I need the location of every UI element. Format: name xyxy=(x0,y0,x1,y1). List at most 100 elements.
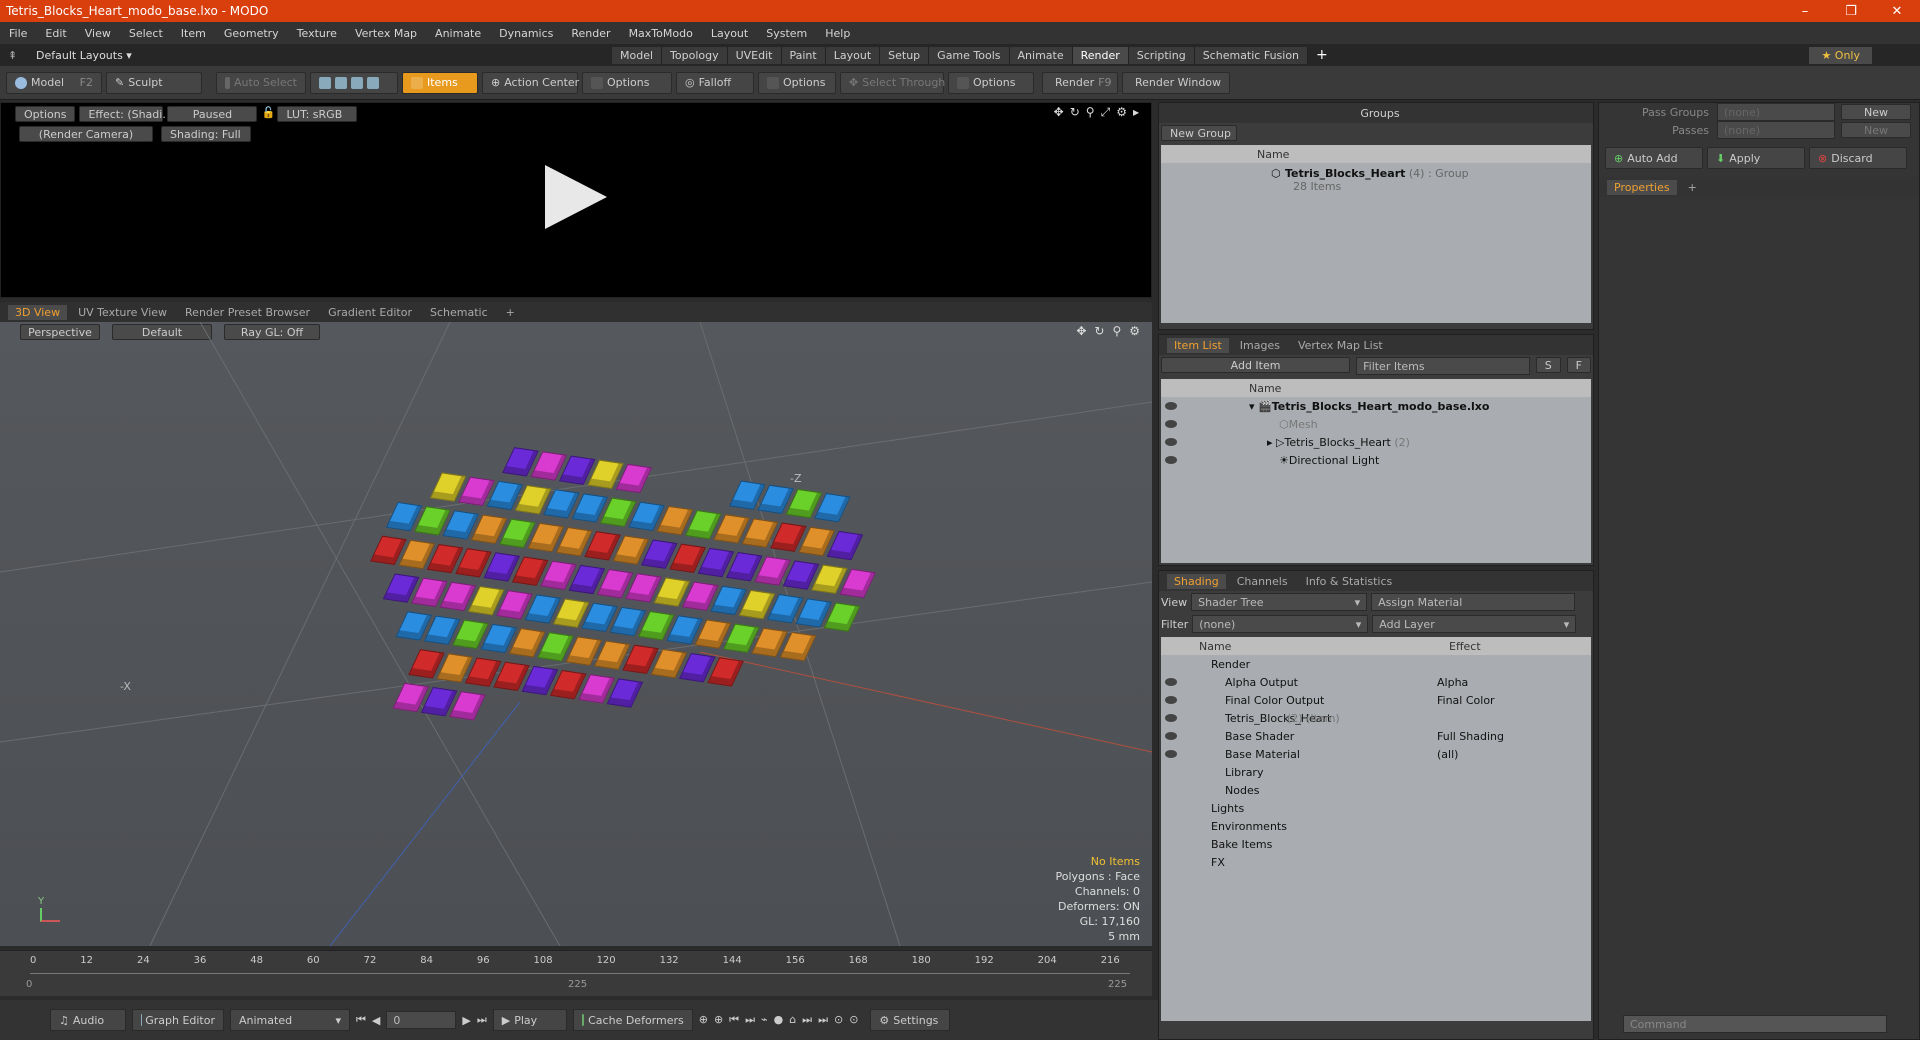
add-viewport-tab-button[interactable]: + xyxy=(499,305,522,320)
model-mode-button[interactable]: Model F2 xyxy=(6,71,102,94)
eye-icon[interactable] xyxy=(1165,678,1177,686)
new-pass-button[interactable]: New xyxy=(1841,122,1911,138)
add-layer-dropdown[interactable]: Add Layer ▾ xyxy=(1372,615,1577,633)
list-item[interactable]: ▸ ▷ Tetris_Blocks_Heart (2) xyxy=(1161,433,1591,451)
layout-arrow-icon[interactable]: ⇞ xyxy=(8,49,22,62)
list-item[interactable]: FX xyxy=(1161,853,1591,871)
tab-schematic-fusion[interactable]: Schematic Fusion xyxy=(1194,46,1309,64)
shading-dropdown[interactable]: Shading: Full xyxy=(161,126,251,142)
falloff-options-button[interactable]: Options xyxy=(758,71,836,94)
list-item[interactable]: Nodes xyxy=(1161,781,1591,799)
eye-icon[interactable] xyxy=(1165,732,1177,740)
tab-layout[interactable]: Layout xyxy=(825,46,881,64)
menu-maxtomodo[interactable]: MaxToModo xyxy=(620,27,702,40)
eye-icon[interactable] xyxy=(1165,420,1177,428)
menu-dynamics[interactable]: Dynamics xyxy=(490,27,562,40)
minimize-button[interactable]: – xyxy=(1782,4,1828,19)
eye-icon[interactable] xyxy=(1165,438,1177,446)
list-item[interactable]: Alpha Output Alpha xyxy=(1161,673,1591,691)
falloff-button[interactable]: ◎ Falloff xyxy=(676,71,754,94)
discard-button[interactable]: ⊗ Discard xyxy=(1809,147,1907,169)
list-item[interactable]: Lights xyxy=(1161,799,1591,817)
tab-uv-texture-view[interactable]: UV Texture View xyxy=(71,305,174,320)
eye-icon[interactable] xyxy=(1165,696,1177,704)
tab-topology[interactable]: Topology xyxy=(662,46,728,64)
new-pass-group-button[interactable]: New xyxy=(1841,104,1911,120)
list-item[interactable]: Final Color Output Final Color xyxy=(1161,691,1591,709)
menu-system[interactable]: System xyxy=(757,27,816,40)
menu-view[interactable]: View xyxy=(76,27,120,40)
tab-schematic[interactable]: Schematic xyxy=(423,305,495,320)
action-center-options-button[interactable]: Options xyxy=(582,71,672,94)
rotate-icon[interactable]: ↻ xyxy=(1070,105,1080,120)
move-icon[interactable]: ✥ xyxy=(1054,105,1064,120)
tab-vertex-map-list[interactable]: Vertex Map List xyxy=(1291,338,1390,353)
list-item[interactable]: Render xyxy=(1161,655,1591,673)
list-item[interactable]: ☀ Directional Light xyxy=(1161,451,1591,469)
eye-icon[interactable] xyxy=(1165,456,1177,464)
add-properties-tab-button[interactable]: + xyxy=(1681,180,1704,195)
menu-animate[interactable]: Animate xyxy=(426,27,490,40)
preview-effect-dropdown[interactable]: Effect: (Shadi... xyxy=(79,106,173,122)
render-window-button[interactable]: Render Window xyxy=(1122,71,1230,94)
tab-render-preset-browser[interactable]: Render Preset Browser xyxy=(178,305,317,320)
shader-item-effect[interactable]: Alpha xyxy=(1437,676,1591,689)
tab-render[interactable]: Render xyxy=(1072,46,1129,64)
play-icon[interactable] xyxy=(545,165,607,229)
tab-channels[interactable]: Channels xyxy=(1230,574,1295,589)
assign-material-button[interactable]: Assign Material xyxy=(1371,593,1576,611)
preview-options-button[interactable]: Options xyxy=(15,106,76,122)
new-group-button[interactable]: New Group xyxy=(1161,125,1237,141)
tab-3d-view[interactable]: 3D View xyxy=(8,304,68,320)
transport-first-icon[interactable]: ⏮ xyxy=(356,1013,366,1027)
zoom-icon[interactable]: ⚲ xyxy=(1086,105,1095,120)
selection-mode-icons[interactable] xyxy=(310,71,398,94)
transport-last-icon[interactable]: ⏭ xyxy=(477,1013,487,1027)
audio-button[interactable]: ♫ Audio xyxy=(50,1009,126,1031)
add-item-dropdown[interactable]: Add Item xyxy=(1161,357,1351,373)
transport-next-icon[interactable]: ▶ xyxy=(462,1014,470,1027)
sculpt-mode-button[interactable]: ✎ Sculpt xyxy=(106,71,202,94)
auto-select-button[interactable]: Auto Select xyxy=(216,71,306,94)
command-input[interactable]: Command xyxy=(1623,1015,1887,1033)
tab-images[interactable]: Images xyxy=(1233,338,1287,353)
shader-item-effect[interactable]: Full Shading xyxy=(1437,730,1591,743)
default-layouts-dropdown[interactable]: Default Layouts ▾ xyxy=(22,49,612,62)
render-button[interactable]: Render F9 xyxy=(1042,71,1118,94)
tab-uvedit[interactable]: UVEdit xyxy=(727,46,782,64)
apply-button[interactable]: ⬇ Apply xyxy=(1707,147,1805,169)
select-through-options-button[interactable]: Options xyxy=(948,71,1034,94)
filter-s-button[interactable]: S xyxy=(1535,357,1561,373)
tab-scripting[interactable]: Scripting xyxy=(1128,46,1195,64)
shader-item-effect[interactable]: (all) xyxy=(1437,748,1591,761)
tab-animate[interactable]: Animate xyxy=(1009,46,1073,64)
auto-add-button[interactable]: ⊕ Auto Add xyxy=(1605,147,1703,169)
eye-icon[interactable] xyxy=(1165,750,1177,758)
list-item[interactable]: Base Shader Full Shading xyxy=(1161,727,1591,745)
graph-editor-button[interactable]: Graph Editor xyxy=(132,1009,224,1031)
passes-dropdown[interactable]: (none) xyxy=(1717,121,1835,139)
menu-texture[interactable]: Texture xyxy=(288,27,346,40)
view-dropdown[interactable]: Shader Tree ▾ xyxy=(1191,593,1368,611)
eye-icon[interactable] xyxy=(1165,714,1177,722)
tab-item-list[interactable]: Item List xyxy=(1167,337,1229,353)
close-button[interactable]: ✕ xyxy=(1874,4,1920,19)
cache-deformers-button[interactable]: Cache Deformers xyxy=(572,1009,693,1031)
arrow-right-icon[interactable]: ▸ xyxy=(1133,105,1139,120)
lock-icon[interactable]: 🔓 xyxy=(261,106,275,122)
list-item[interactable]: ▾ 🎬 Tetris_Blocks_Heart_modo_base.lxo xyxy=(1161,397,1591,415)
maximize-button[interactable]: ❐ xyxy=(1828,4,1874,19)
items-mode-button[interactable]: Items xyxy=(402,71,478,94)
filter-f-button[interactable]: F xyxy=(1566,357,1591,373)
menu-vertex-map[interactable]: Vertex Map xyxy=(346,27,426,40)
settings-button[interactable]: ⚙ Settings xyxy=(870,1009,951,1031)
keyframe-tools-icons[interactable]: ⊕⊕⏮⏭⌁●⌂⏭⏭⊙⊙ xyxy=(699,1013,865,1027)
3d-viewport[interactable]: Perspective Default Ray GL: Off ✥ ↻ ⚲ ⚙ -Z … xyxy=(0,322,1152,946)
list-item[interactable]: Tetris_Blocks_Heart (2) (Item) xyxy=(1161,709,1591,727)
fit-icon[interactable]: ⤢ xyxy=(1101,105,1111,120)
select-through-button[interactable]: ✥ Select Through xyxy=(840,71,945,94)
pass-groups-dropdown[interactable]: (none) xyxy=(1717,103,1835,121)
tab-shading[interactable]: Shading xyxy=(1167,573,1226,589)
shader-item-effect[interactable]: Final Color xyxy=(1437,694,1591,707)
render-camera-dropdown[interactable]: (Render Camera) xyxy=(19,126,153,142)
